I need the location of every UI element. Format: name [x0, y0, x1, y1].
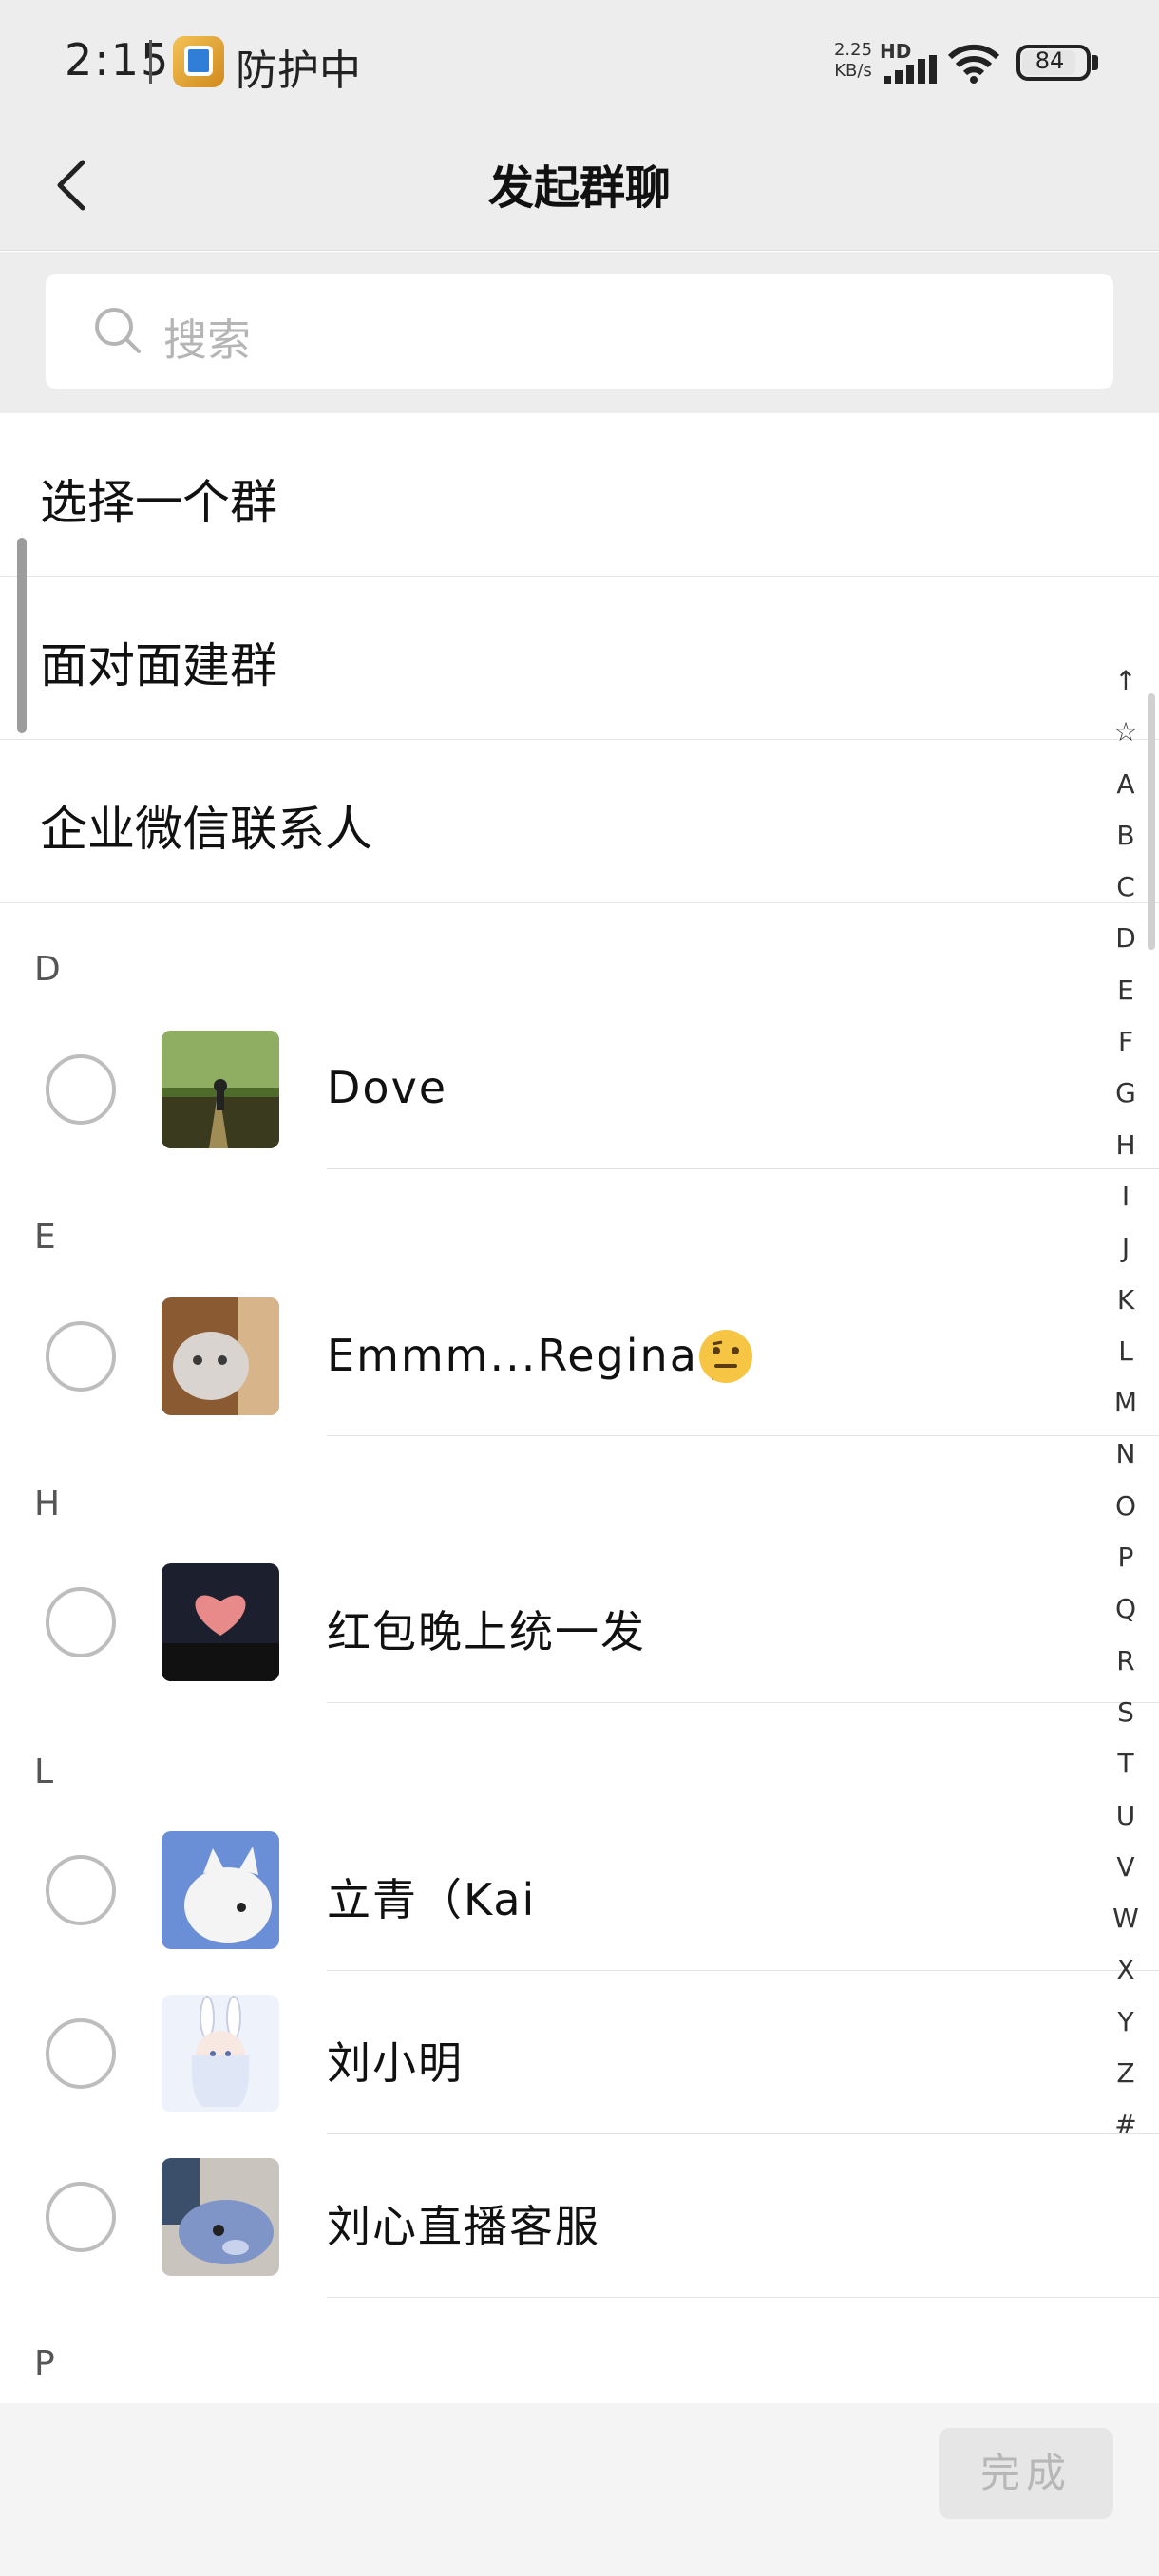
- search-placeholder: 搜索: [163, 314, 251, 366]
- index-letter[interactable]: L: [1102, 1326, 1150, 1377]
- section-header-p: P: [34, 2344, 55, 2383]
- contact-name: 红包晚上统一发: [327, 1606, 646, 1657]
- network-speed: 2.25 KB/s: [828, 40, 878, 82]
- avatar: [162, 2158, 279, 2276]
- avatar: [162, 1831, 279, 1949]
- menu-wecom-contacts-label: 企业微信联系人: [40, 802, 372, 857]
- avatar: [162, 1995, 279, 2112]
- index-letter[interactable]: Y: [1102, 1997, 1150, 2048]
- status-app-text: 防护中: [236, 47, 361, 95]
- index-letter[interactable]: R: [1102, 1636, 1150, 1687]
- battery-percent: 84: [1035, 47, 1065, 74]
- search-icon: [95, 308, 141, 353]
- divider: [327, 2297, 1159, 2298]
- index-letter[interactable]: G: [1102, 1068, 1150, 1119]
- index-letter[interactable]: T: [1102, 1738, 1150, 1790]
- avatar: [162, 1031, 279, 1148]
- divider: [327, 1435, 1159, 1436]
- index-letter[interactable]: M: [1102, 1377, 1150, 1429]
- divider: [327, 1702, 1159, 1703]
- index-letter[interactable]: Z: [1102, 2048, 1150, 2099]
- face-emoji-icon: [699, 1330, 752, 1383]
- battery-tip: [1092, 55, 1098, 70]
- index-letter[interactable]: E: [1102, 965, 1150, 1016]
- divider: [327, 2133, 1159, 2134]
- index-letter[interactable]: S: [1102, 1687, 1150, 1738]
- contact-name: 刘小明: [327, 2037, 464, 2089]
- contact-name: 刘心直播客服: [327, 2201, 600, 2252]
- contact-name: Dove: [327, 1062, 448, 1113]
- index-letter[interactable]: W: [1102, 1893, 1150, 1944]
- index-letter[interactable]: I: [1102, 1171, 1150, 1222]
- status-time: 2:15: [65, 34, 171, 85]
- index-letter[interactable]: X: [1102, 1944, 1150, 1996]
- contact-name: Emmm...Regina J: [327, 1330, 730, 1381]
- index-letter[interactable]: O: [1102, 1481, 1150, 1532]
- index-letter[interactable]: B: [1102, 810, 1150, 862]
- contact-checkbox[interactable]: [46, 1054, 116, 1125]
- section-header-l: L: [34, 1752, 54, 1791]
- index-letter[interactable]: F: [1102, 1016, 1150, 1068]
- menu-select-group-label: 选择一个群: [40, 475, 277, 530]
- contact-checkbox[interactable]: [46, 2018, 116, 2089]
- avatar: [162, 1297, 279, 1415]
- index-letter[interactable]: C: [1102, 862, 1150, 913]
- contact-checkbox[interactable]: [46, 1855, 116, 1925]
- index-letter[interactable]: P: [1102, 1532, 1150, 1583]
- divider: [327, 1970, 1159, 1971]
- index-letter[interactable]: V: [1102, 1842, 1150, 1893]
- contact-checkbox[interactable]: [46, 2182, 116, 2252]
- divider: [327, 1168, 1159, 1169]
- scrollbar[interactable]: [1148, 693, 1155, 950]
- status-separator: [149, 40, 152, 84]
- avatar: [162, 1563, 279, 1681]
- index-letter[interactable]: ☆: [1102, 707, 1150, 758]
- network-speed-unit: KB/s: [834, 61, 872, 81]
- contact-checkbox[interactable]: [46, 1321, 116, 1392]
- section-header-e: E: [34, 1218, 56, 1257]
- index-letter[interactable]: U: [1102, 1790, 1150, 1842]
- contact-checkbox[interactable]: [46, 1587, 116, 1657]
- done-button[interactable]: 完成: [939, 2428, 1113, 2519]
- index-letter[interactable]: Q: [1102, 1583, 1150, 1635]
- section-header-h: H: [34, 1485, 61, 1524]
- section-header-d: D: [34, 950, 61, 989]
- index-letter[interactable]: H: [1102, 1120, 1150, 1171]
- wifi-icon: [947, 44, 1000, 84]
- menu-face-to-face-group-label: 面对面建群: [40, 638, 277, 693]
- index-letter[interactable]: #: [1102, 2099, 1150, 2150]
- index-letter[interactable]: J: [1102, 1222, 1150, 1274]
- security-app-icon-glyph: [184, 46, 213, 76]
- index-letter[interactable]: A: [1102, 759, 1150, 810]
- page-title: 发起群聊: [487, 161, 671, 215]
- network-speed-value: 2.25: [833, 40, 873, 60]
- index-letter[interactable]: ↑: [1102, 655, 1150, 707]
- index-letter[interactable]: D: [1102, 913, 1150, 964]
- alphabet-index[interactable]: ↑ ☆ A B C D E F G H I J K L M N O P Q R S T U V W X Y Z #: [1102, 655, 1150, 2151]
- index-letter[interactable]: K: [1102, 1275, 1150, 1326]
- contact-name: 立青（Kai: [327, 1874, 537, 1925]
- index-letter[interactable]: N: [1102, 1429, 1150, 1480]
- signal-icon: [884, 55, 937, 84]
- scroll-indicator: [17, 538, 27, 733]
